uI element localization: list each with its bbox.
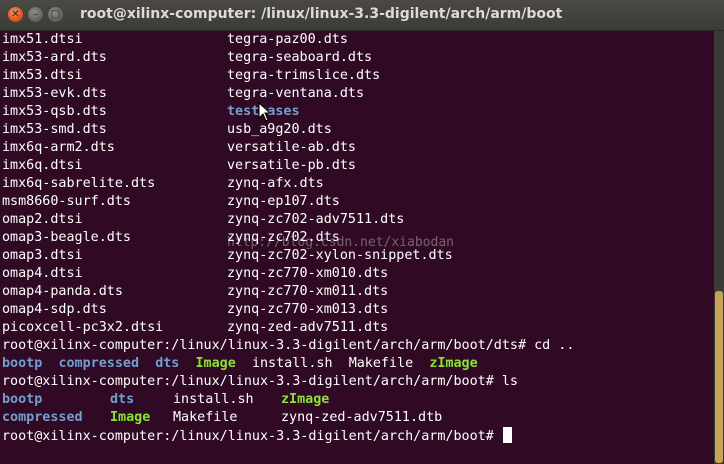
dir-dts: dts (110, 392, 135, 407)
dir-dts: dts (155, 356, 180, 371)
file-entry: imx53-evk.dts (2, 86, 107, 101)
window-title: root@xilinx-computer: /linux/linux-3.3-d… (80, 6, 563, 22)
file-zimage: zImage (281, 392, 330, 407)
scrollbar-thumb[interactable] (715, 291, 723, 463)
listing-row: imx6q.dtsi versatile-pb.dts (0, 157, 714, 175)
dir-compressed: compressed (2, 410, 83, 425)
listing-row: omap2.dtsi zynq-zc702-adv7511.dts (0, 211, 714, 229)
file-entry: imx53-ard.dts (2, 50, 107, 65)
ls-output-row: compressed Image Makefile zynq-zed-adv7511.… (0, 409, 714, 427)
file-entry: tegra-seaboard.dts (227, 50, 373, 65)
prompt-text: root@xilinx-computer:/linux/linux-3.3-di… (2, 429, 502, 444)
file-listing: imx51.dtsi tegra-paz00.dts imx53-ard.dts te… (0, 31, 714, 337)
file-entry: imx6q.dtsi (2, 158, 83, 173)
dir-bootp: bootp (2, 392, 43, 407)
file-entry: imx53-smd.dts (2, 122, 107, 137)
file-entry: imx53-qsb.dts (2, 104, 107, 119)
listing-row: imx53-smd.dts usb_a9g20.dts (0, 121, 714, 139)
dir-compressed: compressed (58, 356, 140, 371)
listing-row: msm8660-surf.dts zynq-ep107.dts (0, 193, 714, 211)
file-entry: omap3-beagle.dts (2, 230, 131, 245)
file-entry: zynq-zc702-adv7511.dts (227, 212, 405, 227)
listing-row: imx6q-sabrelite.dts zynq-afx.dts (0, 175, 714, 193)
shell-prompt-cd: root@xilinx-computer:/linux/linux-3.3-di… (2, 338, 575, 353)
close-icon[interactable]: ✕ (8, 7, 23, 22)
listing-row: omap4.dtsi zynq-zc770-xm010.dts (0, 265, 714, 283)
file-install-sh: install.sh (173, 392, 254, 407)
listing-row: imx53-evk.dts tegra-ventana.dts (0, 85, 714, 103)
file-entry: zynq-afx.dts (227, 176, 324, 191)
listing-row: imx53.dtsi tegra-trimslice.dts (0, 67, 714, 85)
file-entry: tegra-trimslice.dts (227, 68, 381, 83)
file-entry: omap4-panda.dts (2, 284, 123, 299)
shell-prompt-current[interactable]: root@xilinx-computer:/linux/linux-3.3-di… (0, 427, 714, 445)
file-entry: usb_a9g20.dts (227, 122, 332, 137)
file-entry: tegra-paz00.dts (227, 32, 348, 47)
file-dtb: zynq-zed-adv7511.dtb (281, 410, 443, 425)
listing-row: imx6q-arm2.dts versatile-ab.dts (0, 139, 714, 157)
file-zimage: zImage (429, 356, 478, 371)
file-install-sh: install.sh (251, 356, 333, 371)
title-bar[interactable]: ✕ – □ root@xilinx-computer: /linux/linux… (0, 0, 724, 31)
terminal-window: ✕ – □ root@xilinx-computer: /linux/linux… (0, 0, 724, 464)
file-entry: zynq-zc770-xm013.dts (227, 302, 389, 317)
listing-row: imx53-qsb.dtstestcases (0, 103, 714, 121)
listing-row: omap4-panda.dts zynq-zc770-xm011.dts (0, 283, 714, 301)
file-entry: zynq-zc770-xm010.dts (227, 266, 389, 281)
minimize-icon[interactable]: – (28, 7, 43, 22)
file-entry: omap4.dtsi (2, 266, 83, 281)
file-makefile: Makefile (173, 410, 238, 425)
file-entry: omap2.dtsi (2, 212, 83, 227)
file-entry: msm8660-surf.dts (2, 194, 131, 209)
maximize-icon[interactable]: □ (48, 7, 63, 22)
file-entry: imx6q-sabrelite.dts (2, 176, 156, 191)
file-entry: imx53.dtsi (2, 68, 83, 83)
listing-row: imx51.dtsi tegra-paz00.dts (0, 31, 714, 49)
file-entry: versatile-ab.dts (227, 140, 356, 155)
file-entry: zynq-zed-adv7511.dts (227, 320, 389, 335)
file-entry: omap3.dtsi (2, 248, 83, 263)
listing-row: imx53-ard.dts tegra-seaboard.dts (0, 49, 714, 67)
file-entry: versatile-pb.dts (227, 158, 356, 173)
shell-prompt-ls: root@xilinx-computer:/linux/linux-3.3-di… (2, 374, 518, 389)
file-entry: tegra-ventana.dts (227, 86, 365, 101)
watermark: http://blog.csdn.net/xiabodan (227, 235, 454, 250)
ls-output-row: bootp compressed dts Image install.sh Ma… (0, 355, 714, 373)
file-image: Image (195, 356, 236, 371)
scrollbar[interactable] (714, 31, 724, 464)
file-entry: zynq-zc770-xm011.dts (227, 284, 389, 299)
dir-bootp: bootp (2, 356, 43, 371)
file-entry: imx6q-arm2.dts (2, 140, 115, 155)
file-entry: omap4-sdp.dts (2, 302, 107, 317)
file-makefile: Makefile (348, 356, 414, 371)
ls-output-row: bootp dts install.sh zImage (0, 391, 714, 409)
listing-row: picoxcell-pc3x2.dtsi zynq-zed-adv7511.dts (0, 319, 714, 337)
file-entry: imx51.dtsi (2, 32, 83, 47)
mouse-pointer-icon (258, 102, 272, 122)
file-entry: picoxcell-pc3x2.dtsi (2, 320, 164, 335)
file-image: Image (110, 410, 151, 425)
file-entry: zynq-ep107.dts (227, 194, 340, 209)
listing-row: omap4-sdp.dts zynq-zc770-xm013.dts (0, 301, 714, 319)
text-cursor (502, 427, 512, 443)
